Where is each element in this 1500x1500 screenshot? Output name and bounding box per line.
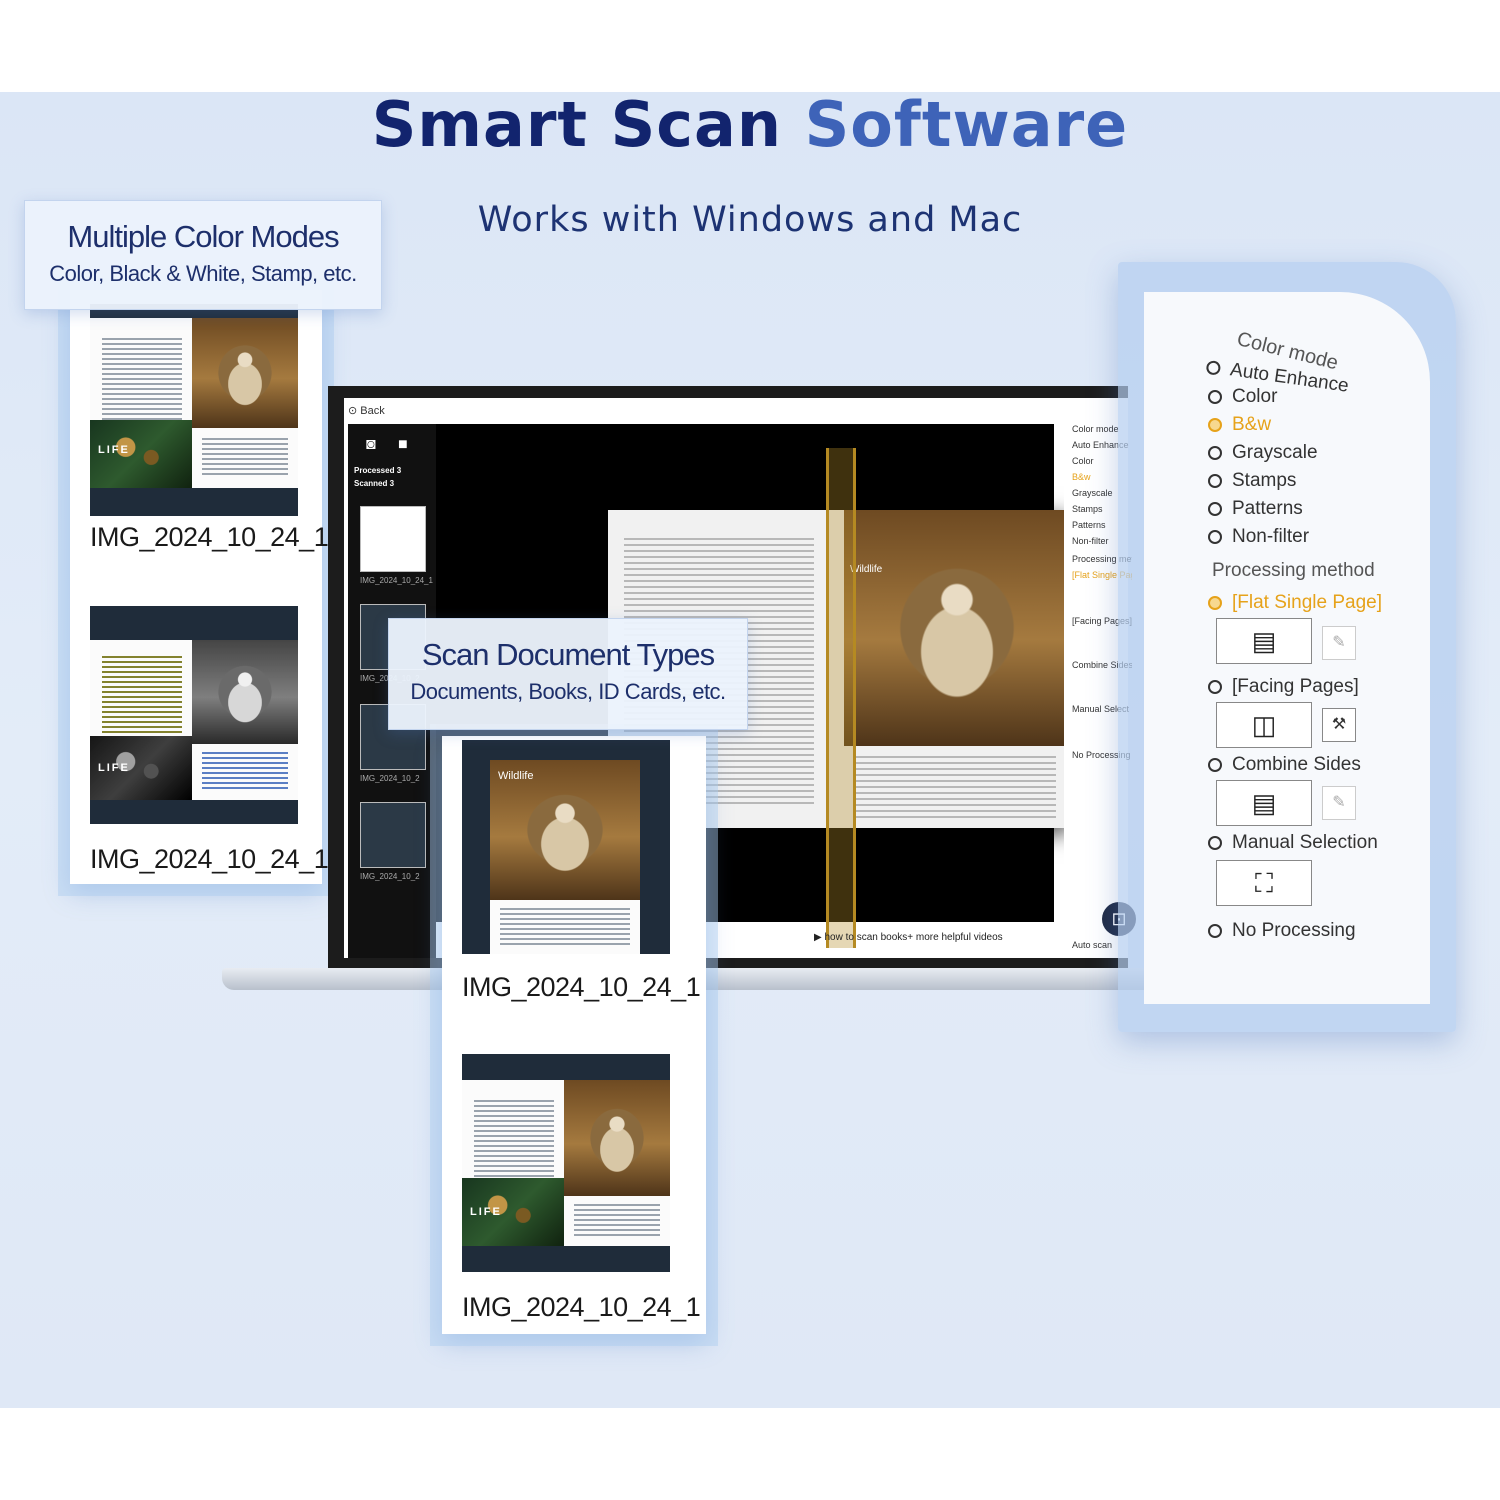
color-option-non-filter[interactable]: Non-filter — [1208, 526, 1309, 548]
radio-icon — [1208, 679, 1222, 694]
processing-option-facing-pages[interactable]: [Facing Pages] — [1208, 676, 1359, 698]
color-option-grayscale[interactable]: Grayscale — [1208, 442, 1318, 464]
radio-selected-icon — [1208, 417, 1222, 432]
feature-heading: Multiple Color Modes — [67, 219, 339, 254]
feature-card-document-types: Scan Document Types Documents, Books, ID… — [388, 618, 748, 730]
manual-crop-icon[interactable]: ⛶ — [1216, 860, 1312, 906]
thumbnail-label: IMG_2024_10_24_1 — [90, 522, 329, 552]
back-button[interactable]: ⊙ Back — [348, 404, 385, 417]
flat-page-icon[interactable]: ▤ — [1216, 618, 1312, 664]
side-thumbnail-label: IMG_2024_10_2 — [360, 872, 420, 881]
radio-icon — [1208, 757, 1222, 772]
thumbnail-label: IMG_2024_10_24_1 — [462, 972, 701, 1002]
id-card-icon[interactable]: ▤ — [1216, 780, 1312, 826]
radio-icon — [1208, 473, 1222, 488]
radio-selected-icon — [1208, 595, 1222, 610]
processing-option-combine-sides[interactable]: Combine Sides — [1208, 754, 1361, 776]
folder-icon[interactable]: ■ — [398, 436, 408, 454]
feature-heading: Scan Document Types — [421, 637, 715, 672]
color-option-stamps[interactable]: Stamps — [1208, 470, 1296, 492]
color-option-patterns[interactable]: Patterns — [1208, 498, 1303, 520]
processing-option-flat-single-page[interactable]: [Flat Single Page] — [1208, 592, 1382, 614]
edit-tool-icon[interactable]: ✎ — [1322, 786, 1356, 820]
open-book-icon[interactable]: ◫ — [1216, 702, 1312, 748]
thumbnail-label: IMG_2024_10_24_1 — [90, 844, 329, 874]
back-arrow-icon: ⊙ — [348, 405, 358, 417]
thumbnail-grayscale[interactable]: LIFE — [90, 606, 298, 824]
camera-icon[interactable]: ◙ — [366, 436, 376, 454]
page-title: Smart Scan Software — [371, 88, 1129, 161]
color-option-bw[interactable]: B&w — [1208, 414, 1271, 436]
feature-subtext: Documents, Books, ID Cards, etc. — [410, 679, 726, 704]
thumbnail-label: IMG_2024_10_24_1 — [462, 1292, 701, 1322]
help-videos-link[interactable]: ▶ how to scan books+ more helpful videos — [814, 932, 1003, 943]
processing-option-manual-selection[interactable]: Manual Selection — [1208, 832, 1378, 854]
radio-icon — [1208, 923, 1222, 938]
radio-icon — [1208, 529, 1222, 544]
color-option-color[interactable]: Color — [1208, 386, 1277, 408]
side-thumbnail-label: IMG_2024_10_2 — [360, 774, 420, 783]
edit-tool-icon[interactable]: ✎ — [1322, 626, 1356, 660]
side-thumbnail[interactable] — [360, 506, 426, 572]
radio-icon — [1208, 501, 1222, 516]
thumbnail-book-spread[interactable]: LIFE — [462, 1054, 670, 1272]
thumbnail-strip-left: LIFE IMG_2024_10_24_1 LIFE IMG_2024_10_2… — [70, 290, 329, 884]
radio-icon — [1208, 835, 1222, 850]
processing-option-no-processing[interactable]: No Processing — [1208, 920, 1356, 942]
feature-subtext: Color, Black & White, Stamp, etc. — [49, 261, 357, 286]
radio-icon — [1208, 445, 1222, 460]
wrench-icon[interactable]: ⚒ — [1322, 708, 1356, 742]
page-split-guide[interactable] — [826, 448, 856, 948]
thumbnail-strip-middle: Wildlife IMG_2024_10_24_1 LIFE IMG_2024_… — [442, 736, 706, 1334]
feature-card-color-modes: Multiple Color Modes Color, Black & Whit… — [24, 200, 382, 310]
side-thumbnail-label: IMG_2024_10_24_1 — [360, 576, 433, 585]
scan-counts: Processed 3 Scanned 3 — [354, 466, 402, 488]
thumbnail-owl-page[interactable]: Wildlife — [462, 740, 670, 954]
processing-method-heading: Processing method — [1212, 560, 1375, 581]
thumbnail-color[interactable]: LIFE — [90, 304, 298, 516]
radio-icon — [1205, 359, 1222, 376]
side-thumbnail[interactable] — [360, 802, 426, 868]
radio-icon — [1208, 389, 1222, 404]
